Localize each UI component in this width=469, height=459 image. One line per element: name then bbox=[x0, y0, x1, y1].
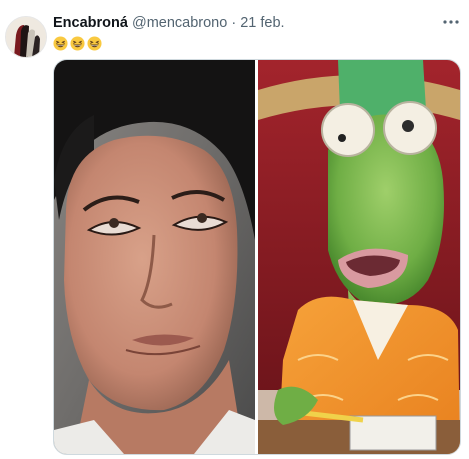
grinning-squinting-face-icon bbox=[53, 36, 68, 51]
tweet-text bbox=[53, 36, 102, 51]
tweet-date[interactable]: 21 feb. bbox=[240, 15, 284, 31]
separator-dot: · bbox=[231, 15, 237, 31]
author-handle[interactable]: @mencabrono bbox=[132, 15, 227, 31]
tweet-header: Encabroná @mencabrono · 21 feb. bbox=[53, 14, 285, 32]
tweet[interactable]: Encabroná @mencabrono · 21 feb. bbox=[0, 0, 469, 459]
avatar[interactable] bbox=[5, 16, 47, 58]
grinning-squinting-face-icon bbox=[87, 36, 102, 51]
avatar-image bbox=[6, 17, 46, 57]
green-lizard-character-photo[interactable] bbox=[258, 60, 460, 454]
woman-eye-roll-photo[interactable] bbox=[54, 60, 255, 454]
grinning-squinting-face-icon bbox=[70, 36, 85, 51]
more-options-button[interactable] bbox=[441, 12, 461, 32]
author-name[interactable]: Encabroná bbox=[53, 15, 128, 31]
tweet-media[interactable] bbox=[53, 59, 461, 455]
more-horizontal-icon bbox=[443, 20, 459, 24]
